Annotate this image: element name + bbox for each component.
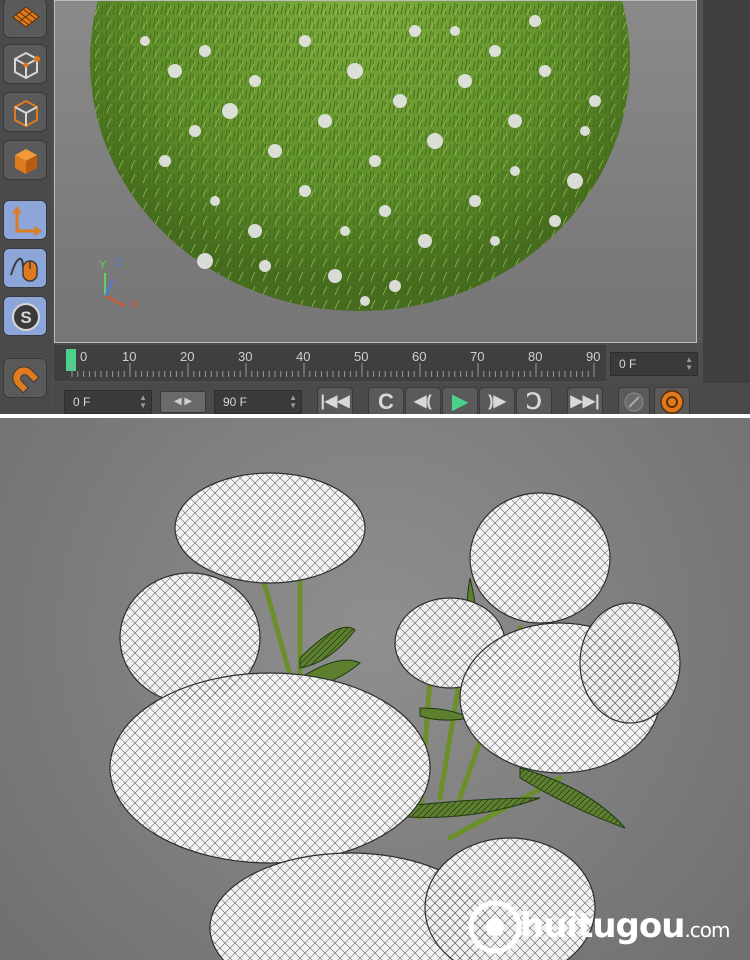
next-keyframe-icon: Ↄ: [526, 389, 542, 414]
axis-y-label: Y: [99, 259, 107, 271]
tick-label-60: 60: [412, 349, 427, 364]
axis-mode-button[interactable]: [3, 200, 47, 240]
snap-s-icon: S: [12, 303, 40, 331]
play-icon: ▶: [452, 391, 468, 413]
axis-gizmo: [104, 273, 126, 307]
autokey-record-icon: [660, 390, 684, 414]
spinner-arrows-icon[interactable]: ▲ ▼: [139, 394, 147, 410]
right-panel-edge: [703, 0, 750, 414]
autokey-button[interactable]: [654, 387, 690, 414]
go-to-end-button[interactable]: ▶▶|: [567, 387, 603, 414]
points-mode-button[interactable]: [3, 44, 47, 84]
current-frame-value: 0 F: [619, 357, 637, 371]
magnet-button[interactable]: [3, 358, 47, 398]
watermark-text: huitugou.com: [520, 906, 731, 946]
previous-keyframe-icon: C: [378, 389, 394, 414]
cinema4d-editor: S Y Z X 0 10 20 30 40 50 60 70 80 90 0 F…: [0, 0, 750, 414]
magnet-icon: [12, 366, 40, 394]
go-to-start-icon: |◀◀: [320, 393, 350, 410]
tick-label-50: 50: [354, 349, 369, 364]
record-keys-button[interactable]: [618, 387, 650, 414]
watermark-suffix: .com: [684, 918, 730, 942]
tick-label-90: 90: [586, 349, 601, 364]
axis-z-label: Z: [115, 257, 122, 269]
polygon-mode-button[interactable]: [3, 0, 47, 38]
tweak-mode-button[interactable]: [3, 248, 47, 288]
cube-edges-icon: [14, 99, 38, 128]
range-slider-handle[interactable]: ◀ ▶: [160, 391, 206, 413]
tick-label-30: 30: [238, 349, 253, 364]
mouse-icon: [10, 257, 38, 282]
previous-frame-icon: ◀(: [414, 393, 432, 410]
start-frame-field[interactable]: 0 F ▲ ▼: [64, 390, 152, 414]
polygon-grid-icon: [12, 6, 40, 28]
spinner-arrows-icon[interactable]: ▲ ▼: [289, 394, 297, 410]
tick-label-40: 40: [296, 349, 311, 364]
end-frame-value: 90 F: [223, 395, 248, 409]
tick-label-10: 10: [122, 349, 137, 364]
left-toolbar: S: [0, 0, 52, 414]
cube-points-icon: [14, 51, 40, 80]
svg-text:S: S: [20, 308, 31, 327]
cube-solid-icon: [15, 149, 37, 174]
edges-mode-button[interactable]: [3, 92, 47, 132]
timeline-ticks: [71, 363, 595, 377]
wireframe-flower-render: huitugou.com: [0, 418, 750, 960]
go-to-start-button[interactable]: |◀◀: [317, 387, 353, 414]
watermark-brand: huitugou: [520, 906, 685, 946]
axis-x-label: X: [131, 299, 139, 311]
tick-label-80: 80: [528, 349, 543, 364]
start-frame-value: 0 F: [73, 395, 91, 409]
tick-label-0: 0: [80, 349, 88, 364]
key-icon: [624, 392, 644, 412]
snap-button[interactable]: S: [3, 296, 47, 336]
play-button[interactable]: ▶: [442, 387, 478, 414]
next-keyframe-button[interactable]: Ↄ: [516, 387, 552, 414]
spinner-arrows-icon[interactable]: ▲ ▼: [685, 356, 693, 372]
grass-flower-patch: [90, 1, 630, 311]
next-frame-icon: )▶: [488, 393, 506, 410]
model-mode-button[interactable]: [3, 140, 47, 180]
axis-icon: [12, 206, 42, 236]
previous-frame-button[interactable]: ◀(: [405, 387, 441, 414]
timeline-ruler[interactable]: 0 10 20 30 40 50 60 70 80 90: [54, 345, 606, 381]
go-to-end-icon: ▶▶|: [570, 393, 600, 410]
tick-label-70: 70: [470, 349, 485, 364]
flower-wireframe-illustration: [109, 472, 681, 960]
next-frame-button[interactable]: )▶: [479, 387, 515, 414]
end-frame-field[interactable]: 90 F ▲ ▼: [214, 390, 302, 414]
tick-label-20: 20: [180, 349, 195, 364]
current-frame-field[interactable]: 0 F ▲ ▼: [610, 352, 698, 376]
previous-keyframe-button[interactable]: C: [368, 387, 404, 414]
3d-viewport[interactable]: Y Z X: [54, 0, 697, 343]
